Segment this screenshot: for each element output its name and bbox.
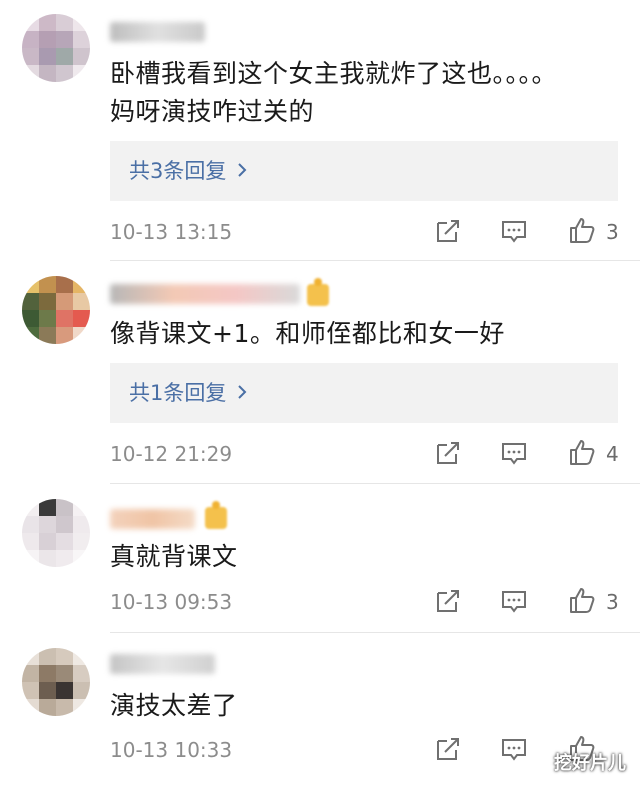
share-icon[interactable] [434, 217, 462, 245]
avatar[interactable] [22, 648, 90, 716]
like-count: 3 [606, 220, 619, 244]
share-icon[interactable] [434, 439, 462, 467]
chevron-right-icon [238, 385, 247, 399]
username-blurred[interactable] [110, 509, 195, 529]
avatar[interactable] [22, 276, 90, 344]
view-replies-link[interactable]: 共1条回复 [129, 377, 250, 407]
reply-box[interactable]: 共3条回复 [110, 141, 618, 201]
comment-text: 真就背课文 [110, 538, 615, 576]
comment-text-line: 妈呀演技咋过关的 [110, 97, 315, 126]
reply-count-label: 共3条回复 [129, 159, 227, 183]
comment-icon[interactable] [500, 587, 528, 615]
like-icon[interactable] [568, 216, 596, 244]
vip-badge-icon [307, 278, 329, 306]
avatar[interactable] [22, 14, 90, 82]
comment-icon[interactable] [500, 735, 528, 763]
comment-text: 演技太差了 [110, 687, 615, 725]
comment-text: 像背课文+1。和师侄都比和女一好 [110, 315, 615, 353]
vip-badge-icon [205, 501, 227, 529]
reply-count-label: 共1条回复 [129, 381, 227, 405]
comment-icon[interactable] [500, 439, 528, 467]
like-icon[interactable] [568, 586, 596, 614]
like-count: 4 [606, 442, 619, 466]
comment-text-line: 像背课文+1。和师侄都比和女一好 [110, 319, 505, 348]
username-blurred[interactable] [110, 22, 205, 42]
comment-time: 10-13 10:33 [110, 738, 233, 762]
watermark-text: 挖好片儿 [554, 753, 626, 774]
comment-text-line: 演技太差了 [110, 691, 238, 720]
comment-time: 10-13 09:53 [110, 590, 233, 614]
view-replies-link[interactable]: 共3条回复 [129, 155, 250, 185]
like-icon[interactable] [568, 438, 596, 466]
comment-icon[interactable] [500, 217, 528, 245]
share-icon[interactable] [434, 735, 462, 763]
reply-box[interactable]: 共1条回复 [110, 363, 618, 423]
comment-text-line: 卧槽我看到这个女主我就炸了这也。。。。 [110, 59, 558, 88]
divider [110, 632, 640, 633]
avatar[interactable] [22, 499, 90, 567]
divider [110, 483, 640, 484]
comment-time: 10-12 21:29 [110, 442, 233, 466]
share-icon[interactable] [434, 587, 462, 615]
like-count: 3 [606, 590, 619, 614]
comment-text-line: 真就背课文 [110, 542, 238, 571]
comment-time: 10-13 13:15 [110, 220, 233, 244]
divider [110, 260, 640, 261]
chevron-right-icon [238, 163, 247, 177]
comment-text: 卧槽我看到这个女主我就炸了这也。。。。 妈呀演技咋过关的 [110, 55, 615, 131]
username-blurred[interactable] [110, 654, 215, 674]
username-blurred[interactable] [110, 284, 300, 304]
